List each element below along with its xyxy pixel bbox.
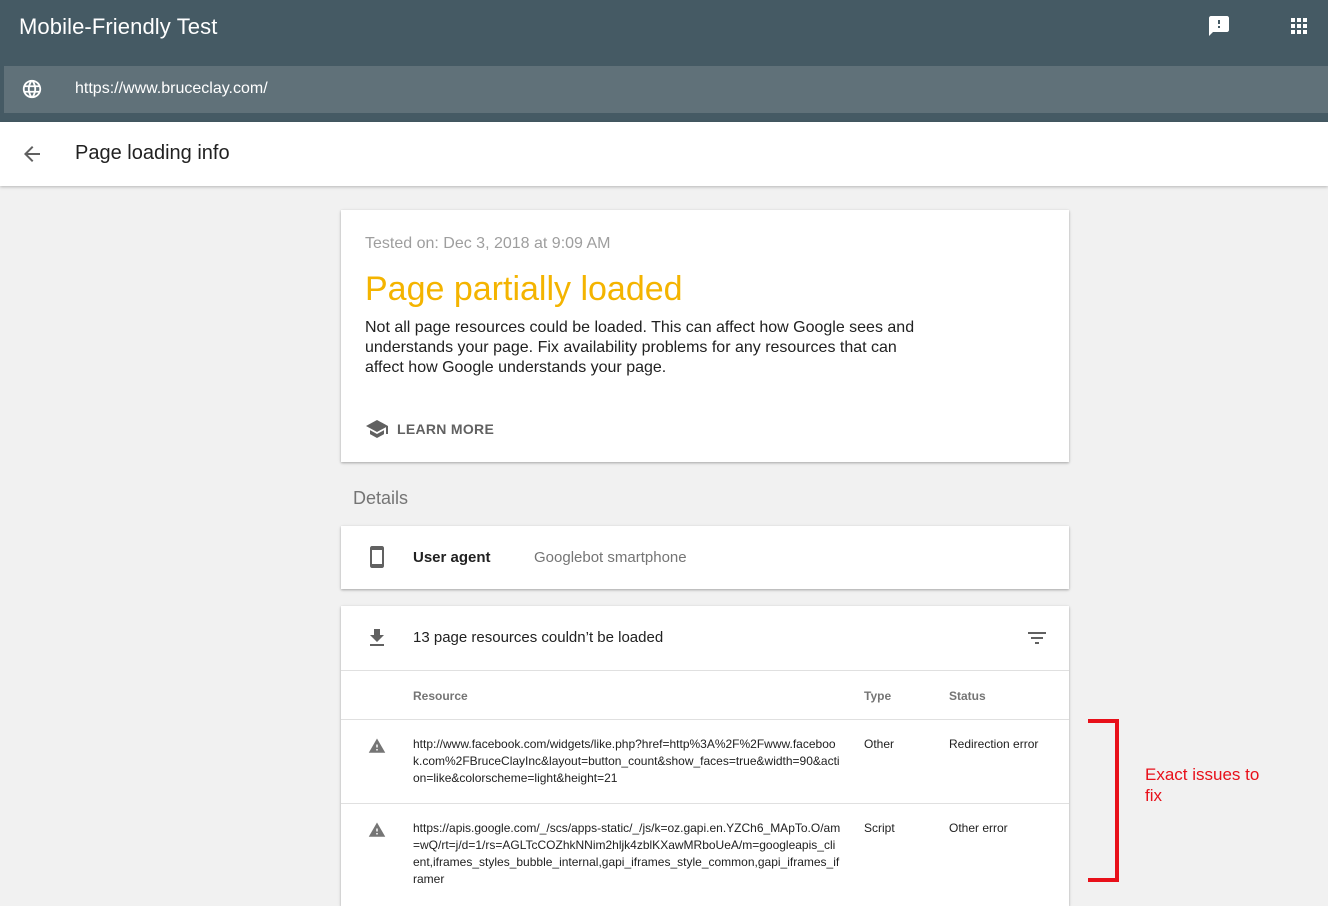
resources-header[interactable]: 13 page resources couldn’t be loaded <box>341 606 1069 671</box>
resource-url: http://www.facebook.com/widgets/like.php… <box>413 737 840 785</box>
resource-url: https://apis.google.com/_/scs/apps-stati… <box>413 821 841 886</box>
annotation-bracket <box>1086 719 1126 883</box>
school-icon <box>365 417 389 441</box>
filter-icon[interactable] <box>1025 626 1049 650</box>
arrow-back-icon[interactable] <box>20 142 44 166</box>
summary-card: Tested on: Dec 3, 2018 at 9:09 AM Page p… <box>341 210 1069 462</box>
resource-type: Script <box>864 821 895 835</box>
app-title: Mobile-Friendly Test <box>19 14 218 39</box>
user-agent-value: Googlebot smartphone <box>534 549 687 566</box>
warning-icon <box>368 737 386 755</box>
table-row[interactable]: https://apis.google.com/_/scs/apps-stati… <box>341 804 1069 904</box>
user-agent-label: User agent <box>413 549 491 566</box>
learn-more-label: LEARN MORE <box>397 421 495 437</box>
resources-card: 13 page resources couldn’t be loaded Res… <box>341 606 1069 906</box>
app-header: Mobile-Friendly Test https://www.brucecl… <box>0 0 1328 122</box>
column-header-status[interactable]: Status <box>949 689 986 703</box>
page-subheader: Page loading info <box>0 122 1328 186</box>
url-bar[interactable]: https://www.bruceclay.com/ <box>4 66 1328 113</box>
url-text[interactable]: https://www.bruceclay.com/ <box>75 80 268 98</box>
learn-more-button[interactable]: LEARN MORE <box>365 417 494 441</box>
column-header-type[interactable]: Type <box>864 689 891 703</box>
annotation-text: Exact issues to fix <box>1145 765 1260 805</box>
page-title: Page loading info <box>75 142 230 164</box>
resource-status: Redirection error <box>949 737 1039 751</box>
apps-grid-icon[interactable] <box>1287 14 1311 38</box>
resource-type: Other <box>864 737 895 751</box>
globe-icon <box>21 78 43 100</box>
tested-on-text: Tested on: Dec 3, 2018 at 9:09 AM <box>365 235 611 252</box>
status-description: Not all page resources could be loaded. … <box>365 319 915 376</box>
smartphone-icon <box>365 545 389 569</box>
status-title: Page partially loaded <box>365 270 683 308</box>
details-heading: Details <box>353 488 409 508</box>
download-icon <box>365 626 389 650</box>
table-row[interactable]: http://www.facebook.com/widgets/like.php… <box>341 720 1069 803</box>
user-agent-card: User agent Googlebot smartphone <box>341 526 1069 589</box>
resources-summary: 13 page resources couldn’t be loaded <box>413 629 664 646</box>
warning-icon <box>368 821 386 839</box>
feedback-icon[interactable] <box>1207 14 1231 38</box>
column-header-resource[interactable]: Resource <box>413 689 468 703</box>
resource-status: Other error <box>949 821 1008 835</box>
